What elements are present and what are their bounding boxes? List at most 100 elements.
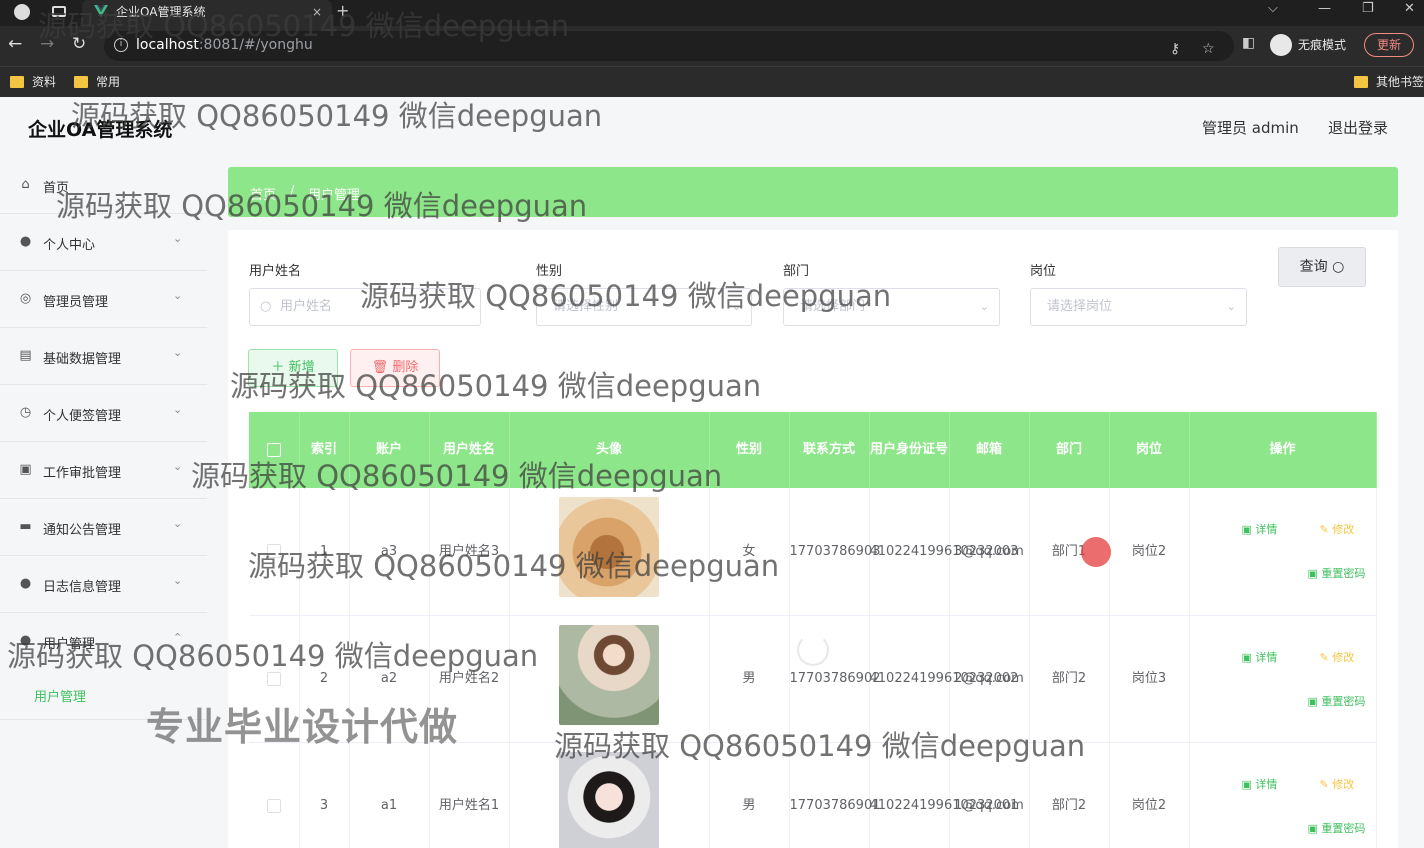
header-gender[interactable]: 性别 [709, 412, 790, 488]
reset-password-button[interactable]: ▣ 重置密码 [1308, 562, 1366, 585]
database-icon: ▤ [19, 348, 32, 363]
incognito-badge[interactable]: 无痕模式 [1270, 33, 1346, 57]
row-checkbox[interactable] [249, 742, 300, 848]
sidebar-item-users[interactable]: ● 用户管理 ⌃ [0, 613, 207, 670]
chevron-up-icon: ⌃ [173, 631, 183, 644]
header-phone[interactable]: 联系方式 [789, 412, 870, 488]
log-icon: ● [19, 576, 32, 591]
app-title: 企业OA管理系统 [28, 119, 173, 141]
avatar[interactable] [559, 497, 659, 598]
cell-gender: 女 [709, 488, 790, 616]
detail-button[interactable]: ▣ 详情 [1242, 646, 1278, 669]
bookmark-star-icon[interactable]: ☆ [1202, 41, 1215, 57]
sidebar-item-home[interactable]: ⌂ 首页 [0, 157, 207, 214]
header-post[interactable]: 岗位 [1109, 412, 1190, 488]
new-tab-icon[interactable]: + [336, 1, 349, 20]
reload-icon[interactable]: ↻ [72, 34, 86, 54]
notice-icon: ▬ [19, 519, 32, 534]
delete-button[interactable]: 🗑 删除 [350, 349, 440, 387]
restore-icon[interactable]: ❐ [1362, 1, 1374, 16]
logout-link[interactable]: 退出登录 [1328, 117, 1388, 138]
cell-dept: 部门2 [1029, 615, 1110, 743]
chevron-down-icon: ⌄ [173, 460, 183, 473]
sidebar-item-notes[interactable]: ◷ 个人便签管理 ⌄ [0, 385, 207, 442]
header-index[interactable]: 索引 [299, 412, 350, 488]
key-icon[interactable]: ⚷ [1170, 41, 1180, 57]
approval-icon: ▣ [19, 462, 32, 477]
chevron-down-icon: ⌄ [173, 346, 183, 359]
detail-button[interactable]: ▣ 详情 [1242, 518, 1278, 541]
edit-button[interactable]: ✎ 修改 [1320, 773, 1355, 796]
cell-gender: 男 [709, 615, 790, 743]
chevron-down-icon: ⌄ [173, 289, 183, 302]
plus-icon: ＋ [271, 360, 289, 375]
sidebar-item-profile[interactable]: ● 个人中心 ⌄ [0, 214, 207, 271]
sidebar-item-notice[interactable]: ▬ 通知公告管理 ⌄ [0, 499, 207, 556]
url-field[interactable]: i localhost:8081/#/yonghu ⚷ ☆ [104, 31, 1234, 61]
cell-avatar [509, 615, 710, 743]
sidebar-item-admins[interactable]: ◎ 管理员管理 ⌄ [0, 271, 207, 328]
sidebar-item-basedata[interactable]: ▤ 基础数据管理 ⌄ [0, 328, 207, 385]
chevron-down-icon: ⌄ [173, 574, 183, 587]
mouse-click-indicator [1081, 537, 1111, 567]
query-button[interactable]: 查询 ○ [1278, 247, 1366, 287]
dept-select[interactable]: 请选择部门 ⌄ [783, 288, 1000, 326]
chevron-down-icon: ⌄ [173, 232, 183, 245]
tab-title: 企业OA管理系统 [116, 5, 206, 19]
admin-icon: ◎ [19, 291, 32, 306]
forward-icon[interactable]: → [40, 34, 54, 54]
detail-icon: ▣ [1241, 523, 1256, 536]
breadcrumb-home[interactable]: 首页 [250, 184, 276, 203]
edit-button[interactable]: ✎ 修改 [1320, 646, 1355, 669]
site-info-icon[interactable]: i [114, 38, 128, 52]
gender-select[interactable]: 请选择性别 ⌄ [536, 288, 752, 326]
detail-button[interactable]: ▣ 详情 [1242, 773, 1278, 796]
bookmark-folder-changyong[interactable]: 常用 [74, 73, 120, 91]
browser-tab[interactable]: 企业OA管理系统 × [82, 0, 332, 26]
reset-password-button[interactable]: ▣ 重置密码 [1308, 817, 1366, 840]
close-window-icon[interactable]: ✕ [1404, 1, 1415, 16]
sidebar-item-logs[interactable]: ● 日志信息管理 ⌄ [0, 556, 207, 613]
name-search-input[interactable]: ○ 用户姓名 [249, 288, 481, 326]
edit-button[interactable]: ✎ 修改 [1320, 518, 1355, 541]
close-tab-icon[interactable]: × [312, 0, 322, 24]
update-button[interactable]: 更新 [1364, 33, 1415, 57]
add-button[interactable]: ＋ 新增 [248, 349, 338, 387]
incognito-icon [1270, 34, 1292, 56]
browser-menu-icon[interactable] [14, 4, 30, 20]
cell-id-card: 410224199610232001 [869, 742, 1018, 848]
avatar[interactable] [559, 751, 659, 848]
cell-ops: ▣ 详情 ✎ 修改 ▣ 重置密码 [1189, 488, 1377, 616]
dept-filter-label: 部门 [783, 264, 810, 279]
header-account[interactable]: 账户 [349, 412, 430, 488]
select-all-checkbox[interactable] [249, 412, 300, 488]
reset-icon: ▣ [1307, 821, 1322, 835]
header-dept[interactable]: 部门 [1029, 412, 1110, 488]
folder-icon [74, 76, 88, 88]
chevron-down-icon: ⌄ [173, 403, 183, 416]
back-icon[interactable]: ← [8, 34, 22, 54]
cell-id-card: 410224199610232002 [869, 615, 1018, 743]
post-select[interactable]: 请选择岗位 ⌄ [1030, 288, 1247, 326]
avatar[interactable] [559, 624, 659, 725]
cell-index: 3 [299, 742, 350, 848]
trash-icon: 🗑 [371, 360, 393, 375]
row-checkbox[interactable] [249, 488, 300, 616]
sidebar-item-approval[interactable]: ▣ 工作审批管理 ⌄ [0, 442, 207, 499]
minimize-icon[interactable]: — [1318, 1, 1331, 16]
detail-icon: ▣ [1241, 650, 1256, 664]
side-panel-icon[interactable]: ◧ [1242, 35, 1255, 51]
other-bookmarks[interactable]: 其他书签 [1354, 73, 1424, 91]
cell-gender: 男 [709, 742, 790, 848]
bookmarks-bar: 资料 常用 其他书签 [0, 66, 1424, 97]
user-icon: ● [19, 234, 32, 249]
tab-list-icon[interactable]: ⌵ [1268, 1, 1278, 16]
header-name[interactable]: 用户姓名 [429, 412, 510, 488]
breadcrumb: 首页 / 用户管理 [228, 167, 1398, 217]
header-id-card[interactable]: 用户身份证号 [869, 412, 950, 488]
reset-password-button[interactable]: ▣ 重置密码 [1308, 690, 1366, 713]
breadcrumb-separator: / [290, 184, 295, 199]
tab-search-icon[interactable] [52, 6, 66, 17]
bookmark-folder-ziliao[interactable]: 资料 [10, 73, 56, 91]
header-email[interactable]: 邮箱 [949, 412, 1030, 488]
